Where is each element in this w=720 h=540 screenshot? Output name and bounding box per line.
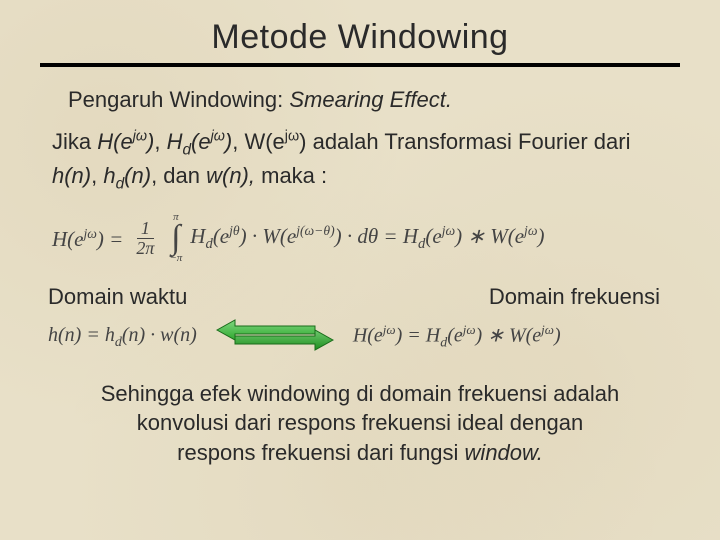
fn-W: W(ejω) (244, 129, 306, 154)
slide-title: Metode Windowing (40, 18, 680, 57)
fraction: 1 2π (132, 219, 158, 258)
integrand: Hd(ejθ) · W(ej(ω−θ)) · dθ = Hd(ejω) ∗ W(… (190, 223, 544, 253)
t: (e (213, 224, 229, 248)
t: , (232, 129, 244, 154)
t: (e (191, 129, 211, 154)
equation-time: h(n) = hd(n) · w(n) (48, 324, 197, 351)
sup: jω (463, 322, 476, 337)
t: , (154, 129, 166, 154)
t: (n) · w(n) (122, 324, 197, 346)
t: ) = H (396, 325, 441, 347)
slide: Metode Windowing Pengaruh Windowing: Sme… (0, 0, 720, 488)
line3a: respons frekuensi dari fungsi (177, 440, 464, 465)
txt: Jika (52, 129, 97, 154)
equation-freq: H(ejω) = Hd(ejω) ∗ W(ejω) (353, 322, 561, 352)
numerator: 1 (137, 219, 154, 239)
subtitle: Pengaruh Windowing: Smearing Effect. (68, 87, 680, 113)
t: H (190, 224, 205, 248)
equation-main-content: H(ejω) = 1 2π π ∫ −π Hd(ejθ) · W(ej(ω−θ)… (52, 213, 680, 263)
equation-main: H(ejω) = 1 2π π ∫ −π Hd(ejθ) · W(ej(ω−θ)… (52, 213, 680, 263)
sub: d (116, 176, 125, 193)
sub: d (205, 237, 212, 253)
fn-wn: w(n), (206, 163, 255, 188)
line3b: window. (465, 440, 543, 465)
t: H(e (353, 325, 383, 347)
t: H (167, 129, 183, 154)
t: h (103, 163, 115, 188)
intro-paragraph: Jika H(ejω), Hd(ejω), W(ejω) adalah Tran… (52, 127, 680, 195)
t: ) · dθ = (335, 224, 403, 248)
t: ) (554, 325, 561, 347)
sup: jω (133, 129, 147, 145)
t: ) = (97, 227, 123, 251)
domain-labels-row: Domain waktu Domain frekuensi (48, 284, 660, 310)
fn-hdn: hd(n) (103, 163, 151, 188)
conclusion: Sehingga efek windowing di domain frekue… (46, 379, 674, 468)
t: , dan (151, 163, 206, 188)
t: ) · W(e (240, 224, 297, 248)
domain-equations-row: h(n) = hd(n) · w(n) H(ejω) = Hd(ejω) ∗ W… (48, 318, 672, 357)
sub: d (182, 141, 191, 158)
t: H (403, 224, 418, 248)
label-freq-domain: Domain frekuensi (489, 284, 660, 310)
t: (e (425, 224, 441, 248)
sup: jω (383, 322, 396, 337)
integral: π ∫ −π (169, 213, 182, 263)
sub: d (115, 335, 122, 350)
sup: jθ (229, 223, 240, 238)
t: maka : (255, 163, 327, 188)
fn-Hd: Hd(ejω) (167, 129, 233, 154)
sup: j(ω−θ) (296, 223, 334, 238)
t: , (91, 163, 103, 188)
t: (e (447, 325, 463, 347)
t: W(e (244, 129, 284, 154)
sup: jω (524, 223, 537, 238)
integral-sign: ∫ (171, 223, 180, 254)
t: (n) (124, 163, 151, 188)
fn-hn: h(n) (52, 163, 91, 188)
denominator: 2π (132, 239, 158, 258)
t: ) (537, 224, 544, 248)
t: ) ∗ W(e (455, 224, 524, 248)
subtitle-ital: Smearing Effect. (289, 87, 452, 112)
t: H(e (52, 227, 83, 251)
title-rule (40, 63, 680, 67)
double-arrow-icon (215, 318, 335, 357)
t: ) ∗ W(e (476, 325, 542, 347)
label-time-domain: Domain waktu (48, 284, 187, 310)
t: H(e (97, 129, 132, 154)
lhs: H(ejω) = (52, 226, 123, 252)
t: adalah Transformasi Fourier dari (306, 129, 630, 154)
line2: konvolusi dari respons frekuensi ideal d… (137, 410, 583, 435)
sup: jω (211, 129, 225, 145)
line1: Sehingga efek windowing di domain frekue… (101, 381, 620, 406)
sup: jω (285, 129, 299, 145)
sup: jω (442, 223, 455, 238)
subtitle-plain: Pengaruh Windowing: (68, 87, 289, 112)
sup: jω (541, 322, 554, 337)
t: h(n) = h (48, 324, 115, 346)
sup: jω (83, 226, 96, 241)
fn-H: H(ejω) (97, 129, 154, 154)
lower-limit: −π (169, 254, 182, 264)
